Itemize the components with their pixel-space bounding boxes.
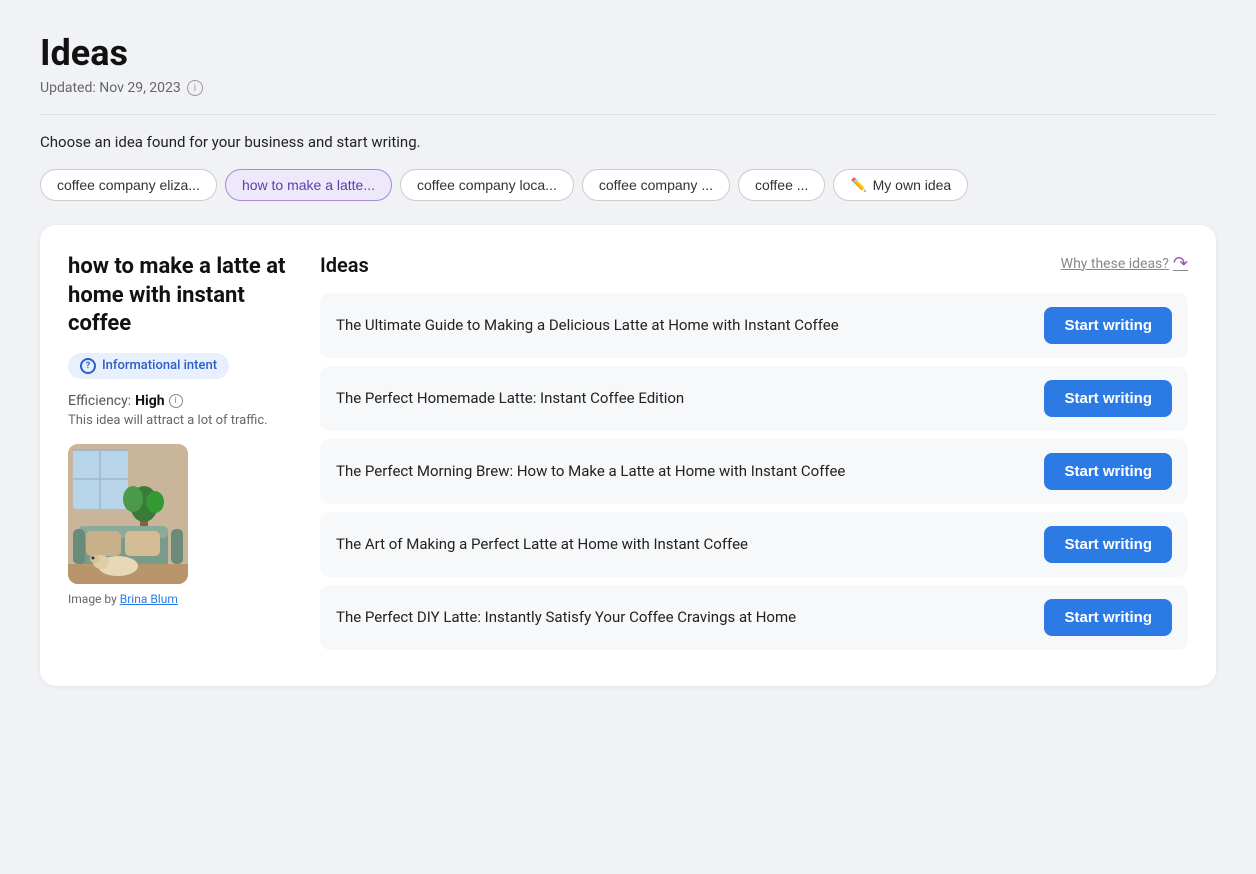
idea-text: The Ultimate Guide to Making a Delicious… (336, 315, 1028, 336)
info-icon[interactable]: i (187, 80, 203, 96)
idea-row: The Art of Making a Perfect Latte at Hom… (320, 512, 1188, 577)
tab-pill-tab-6[interactable]: ✏️ My own idea (833, 169, 968, 201)
page-subtitle: Choose an idea found for your business a… (40, 133, 1216, 151)
keyword-title: how to make a latte at home with instant… (68, 253, 288, 339)
efficiency-value: High (135, 393, 164, 409)
page-title: Ideas (40, 32, 1216, 74)
traffic-note: This idea will attract a lot of traffic. (68, 413, 288, 428)
tab-label: coffee company loca... (417, 177, 557, 193)
tab-label: coffee company eliza... (57, 177, 200, 193)
image-credit: Image by Brina Blum (68, 592, 288, 606)
left-panel: how to make a latte at home with instant… (68, 253, 288, 658)
start-writing-button-1[interactable]: Start writing (1044, 307, 1172, 344)
updated-row: Updated: Nov 29, 2023 i (40, 80, 1216, 96)
idea-row: The Perfect Morning Brew: How to Make a … (320, 439, 1188, 504)
keyword-image (68, 444, 188, 584)
tab-pill-tab-5[interactable]: coffee ... (738, 169, 825, 201)
tab-label: coffee company ... (599, 177, 713, 193)
idea-text: The Perfect Homemade Latte: Instant Coff… (336, 388, 1028, 409)
start-writing-button-4[interactable]: Start writing (1044, 526, 1172, 563)
intent-icon: ? (80, 358, 96, 374)
start-writing-button-2[interactable]: Start writing (1044, 380, 1172, 417)
tab-label: how to make a latte... (242, 177, 375, 193)
idea-text: The Art of Making a Perfect Latte at Hom… (336, 534, 1028, 555)
start-writing-button-3[interactable]: Start writing (1044, 453, 1172, 490)
ideas-header: Ideas Why these ideas? ↷ (320, 253, 1188, 277)
tab-label: coffee ... (755, 177, 808, 193)
arrow-icon: ↷ (1173, 253, 1188, 274)
main-card: how to make a latte at home with instant… (40, 225, 1216, 686)
tab-pill-tab-1[interactable]: coffee company eliza... (40, 169, 217, 201)
right-panel: Ideas Why these ideas? ↷ The Ultimate Gu… (320, 253, 1188, 658)
idea-text: The Perfect Morning Brew: How to Make a … (336, 461, 1028, 482)
tab-pill-tab-2[interactable]: how to make a latte... (225, 169, 392, 201)
efficiency-label: Efficiency: (68, 393, 131, 409)
tab-label: My own idea (873, 177, 952, 193)
updated-text: Updated: Nov 29, 2023 (40, 80, 181, 96)
efficiency-row: Efficiency: High i (68, 393, 288, 409)
pencil-icon: ✏️ (850, 177, 866, 193)
idea-row: The Perfect Homemade Latte: Instant Coff… (320, 366, 1188, 431)
tab-pill-tab-4[interactable]: coffee company ... (582, 169, 730, 201)
intent-badge: ? Informational intent (68, 353, 229, 379)
idea-row: The Ultimate Guide to Making a Delicious… (320, 293, 1188, 358)
why-these-ideas-link[interactable]: Why these ideas? ↷ (1061, 253, 1188, 274)
ideas-heading: Ideas (320, 253, 369, 277)
divider (40, 114, 1216, 115)
idea-row: The Perfect DIY Latte: Instantly Satisfy… (320, 585, 1188, 650)
tab-pill-tab-3[interactable]: coffee company loca... (400, 169, 574, 201)
image-credit-link[interactable]: Brina Blum (120, 592, 178, 606)
tabs-row: coffee company eliza... how to make a lat… (40, 169, 1216, 201)
idea-text: The Perfect DIY Latte: Instantly Satisfy… (336, 607, 1028, 628)
ideas-list: The Ultimate Guide to Making a Delicious… (320, 293, 1188, 650)
start-writing-button-5[interactable]: Start writing (1044, 599, 1172, 636)
intent-label: Informational intent (102, 358, 217, 373)
efficiency-info-icon[interactable]: i (169, 394, 183, 408)
